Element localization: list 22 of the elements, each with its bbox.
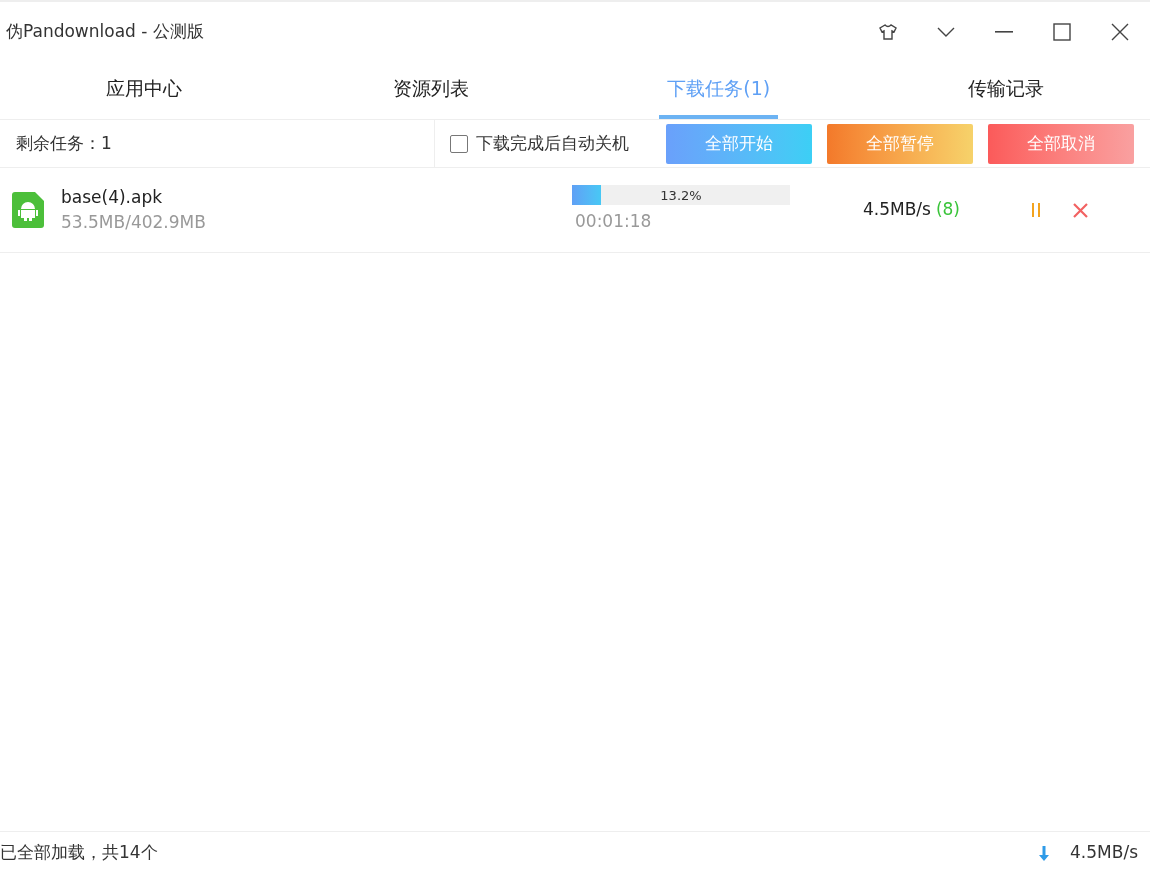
window-title: 伪Pandownload - 公测版 [6, 20, 204, 44]
pause-all-button[interactable]: 全部暂停 [827, 123, 973, 164]
download-arrow-icon [1038, 845, 1051, 861]
connection-count: (8) [935, 198, 960, 222]
remaining-tasks-label: 剩余任务：1 [16, 131, 112, 155]
android-file-icon [12, 192, 44, 228]
remaining-time: 00:01:18 [575, 210, 653, 234]
checkbox[interactable] [450, 134, 468, 153]
status-text: 已全部加载，共14个 [0, 841, 158, 865]
total-speed: 4.5MB/s [1070, 841, 1138, 865]
cancel-icon[interactable] [1072, 202, 1088, 218]
file-name: base(4).apk [61, 185, 164, 209]
checkbox-label: 下载完成后自动关机 [476, 131, 629, 155]
tab[interactable]: 下载任务(1) [659, 62, 779, 119]
start-all-button[interactable]: 全部开始 [666, 123, 812, 164]
file-size: 53.5MB/402.9MB [61, 211, 207, 234]
tab[interactable]: 应用中心 [97, 62, 190, 119]
download-speed: 4.5MB/s [862, 198, 931, 222]
progress-percent: 13.2% [659, 186, 703, 205]
tab[interactable]: 资源列表 [385, 62, 478, 119]
tab[interactable]: 传输记录 [960, 62, 1053, 119]
cancel-all-button[interactable]: 全部取消 [988, 123, 1134, 164]
